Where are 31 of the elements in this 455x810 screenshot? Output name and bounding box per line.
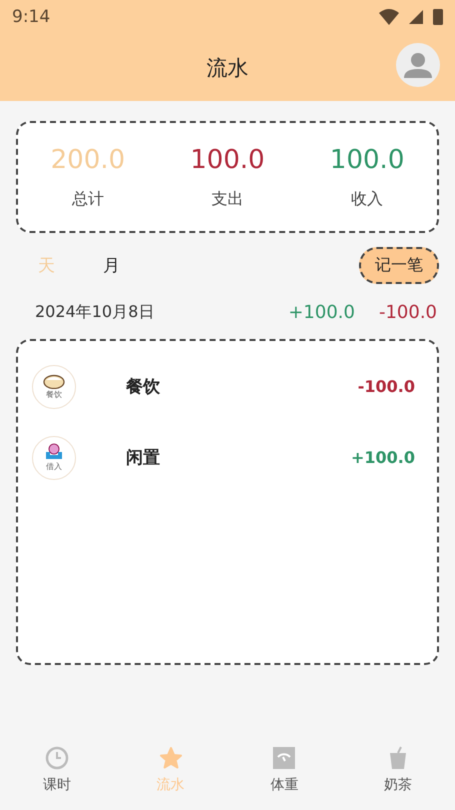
entry-amount: +100.0 <box>350 448 415 467</box>
bun-icon <box>43 373 65 389</box>
nav-tab[interactable]: 课时 <box>42 776 71 794</box>
nav-tab[interactable]: 体重 <box>270 776 298 794</box>
summary-value: 200.0 <box>50 144 126 174</box>
summary-label: 支出 <box>211 188 244 210</box>
battery-icon <box>433 9 443 25</box>
summary-value: 100.0 <box>330 144 404 174</box>
avatar-icon[interactable] <box>395 42 441 88</box>
category-caption: 借入 <box>46 461 62 472</box>
nav-tab[interactable]: 奶茶 <box>384 776 412 794</box>
period-tab[interactable]: 月 <box>103 254 120 277</box>
category-caption: 餐饮 <box>46 389 62 400</box>
coin-tray-icon <box>44 443 64 461</box>
summary-label: 收入 <box>351 188 384 210</box>
page-title: 流水 <box>206 54 248 82</box>
clock-icon <box>44 746 69 770</box>
entry-name: 闲置 <box>126 447 161 469</box>
summary-label: 总计 <box>72 188 104 210</box>
summary-value: 100.0 <box>190 144 265 174</box>
add-record-button[interactable]: 记一笔 <box>359 247 439 284</box>
signal-icon <box>409 10 423 24</box>
star-icon <box>158 746 184 770</box>
wifi-icon <box>379 9 399 25</box>
scale-icon <box>272 746 296 770</box>
status-time: 9:14 <box>12 7 50 27</box>
day-income: +100.0 <box>288 302 355 323</box>
entry-name: 餐饮 <box>126 376 161 398</box>
entry-amount: -100.0 <box>358 377 415 396</box>
date-label: 2024年10月8日 <box>35 302 154 323</box>
day-expense: -100.0 <box>378 302 437 323</box>
